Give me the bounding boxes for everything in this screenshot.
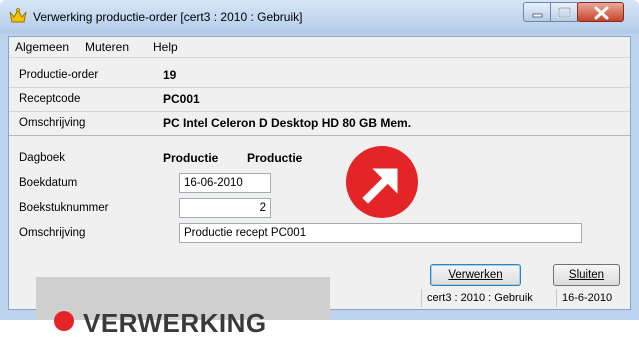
omschrijving-info-row: Omschrijving PC Intel Celeron D Desktop …	[9, 112, 630, 136]
status-date: 16-6-2010	[556, 289, 617, 307]
productie-order-row: Productie-order 19	[9, 64, 630, 88]
arrow-badge	[346, 146, 418, 218]
productie-order-label: Productie-order	[19, 69, 99, 81]
caption-text: VERWERKING	[83, 308, 267, 338]
receptcode-label: Receptcode	[19, 93, 81, 105]
receptcode-value: PC001	[163, 92, 200, 106]
maximize-icon	[557, 6, 572, 19]
sluiten-button-label: Sluiten	[568, 269, 605, 281]
verwerken-button[interactable]: Verwerken	[430, 264, 521, 286]
dagboek-label: Dagboek	[19, 152, 66, 164]
boekdatum-row: Boekdatum	[9, 172, 630, 195]
menu-muteren[interactable]: Muteren	[85, 40, 129, 54]
receptcode-row: Receptcode PC001	[9, 88, 630, 112]
boekstuknummer-row: Boekstuknummer	[9, 197, 630, 220]
window-title: Verwerking productie-order [cert3 : 2010…	[33, 10, 303, 24]
dagboek-row: Dagboek Productie Productie	[9, 147, 630, 170]
dialog-client-area: Algemeen Muteren Help Productie-order 19…	[8, 36, 631, 310]
title-bar[interactable]: Verwerking productie-order [cert3 : 2010…	[0, 0, 639, 34]
omschrijving-input[interactable]: Productie recept PC001	[179, 223, 582, 243]
menu-help-label: Help	[153, 40, 178, 54]
omschrijving-form-label: Omschrijving	[19, 227, 86, 239]
boekstuknummer-input[interactable]: 2	[179, 198, 271, 218]
dagboek-code: Productie	[163, 151, 219, 165]
maximize-button[interactable]	[550, 2, 578, 22]
omschrijving-info-value: PC Intel Celeron D Desktop HD 80 GB Mem.	[163, 116, 412, 130]
menu-algemeen-label: Algemeen	[15, 40, 70, 54]
minimize-icon	[532, 13, 543, 18]
boekstuknummer-label: Boekstuknummer	[19, 202, 109, 214]
menu-muteren-label: Muteren	[85, 40, 130, 54]
productie-order-value: 19	[163, 68, 177, 82]
sluiten-button[interactable]: Sluiten	[553, 264, 620, 286]
boekdatum-input[interactable]: 16-06-2010	[179, 173, 271, 193]
arrow-up-right-icon	[362, 168, 398, 204]
omschrijving-info-label: Omschrijving	[19, 117, 86, 129]
verwerken-button-label: Verwerken	[448, 269, 503, 281]
boekdatum-label: Boekdatum	[19, 177, 78, 189]
menu-help[interactable]: Help	[153, 40, 178, 54]
application-window: Verwerking productie-order [cert3 : 2010…	[0, 0, 639, 320]
minimize-button[interactable]	[523, 2, 551, 22]
crown-icon	[9, 8, 27, 23]
close-icon	[594, 6, 609, 20]
menu-algemeen[interactable]: Algemeen	[15, 40, 69, 54]
dagboek-name: Productie	[247, 151, 303, 165]
menu-bar: Algemeen Muteren Help	[9, 37, 630, 58]
close-button[interactable]	[577, 2, 624, 22]
caption-box: VERWERKING	[36, 277, 330, 338]
caption-bullet-icon	[54, 311, 74, 331]
status-context: cert3 : 2010 : Gebruik	[421, 289, 538, 307]
